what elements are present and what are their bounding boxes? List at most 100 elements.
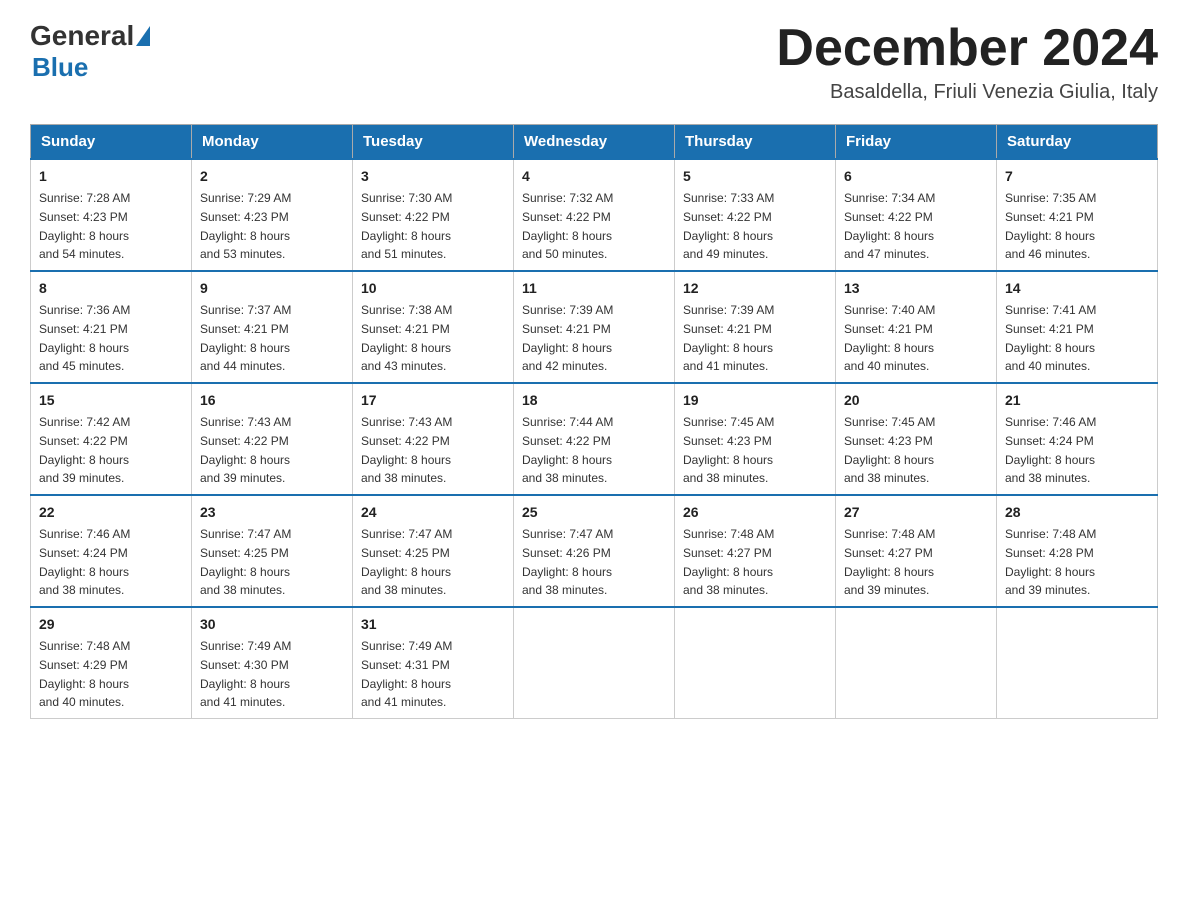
daylight-value: and 39 minutes. [39, 471, 124, 485]
day-cell: 16 Sunrise: 7:43 AM Sunset: 4:22 PM Dayl… [192, 383, 353, 495]
daylight-value: and 44 minutes. [200, 359, 285, 373]
sunset-info: Sunset: 4:30 PM [200, 658, 289, 672]
daylight-value: and 38 minutes. [683, 471, 768, 485]
daylight-label: Daylight: 8 hours [39, 341, 129, 355]
day-number: 2 [200, 166, 344, 187]
daylight-label: Daylight: 8 hours [1005, 565, 1095, 579]
day-number: 8 [39, 278, 183, 299]
day-number: 3 [361, 166, 505, 187]
day-number: 23 [200, 502, 344, 523]
day-cell: 7 Sunrise: 7:35 AM Sunset: 4:21 PM Dayli… [997, 159, 1158, 271]
week-row-1: 1 Sunrise: 7:28 AM Sunset: 4:23 PM Dayli… [31, 159, 1158, 271]
sunset-info: Sunset: 4:22 PM [522, 210, 611, 224]
sunset-info: Sunset: 4:21 PM [522, 322, 611, 336]
day-number: 20 [844, 390, 988, 411]
sunrise-info: Sunrise: 7:48 AM [39, 639, 130, 653]
daylight-value: and 39 minutes. [844, 583, 929, 597]
day-cell: 6 Sunrise: 7:34 AM Sunset: 4:22 PM Dayli… [836, 159, 997, 271]
day-cell: 15 Sunrise: 7:42 AM Sunset: 4:22 PM Dayl… [31, 383, 192, 495]
sunset-info: Sunset: 4:22 PM [361, 434, 450, 448]
sunset-info: Sunset: 4:29 PM [39, 658, 128, 672]
daylight-value: and 41 minutes. [683, 359, 768, 373]
sunrise-info: Sunrise: 7:28 AM [39, 191, 130, 205]
daylight-value: and 38 minutes. [361, 583, 446, 597]
day-cell: 12 Sunrise: 7:39 AM Sunset: 4:21 PM Dayl… [675, 271, 836, 383]
daylight-label: Daylight: 8 hours [361, 453, 451, 467]
sunrise-info: Sunrise: 7:37 AM [200, 303, 291, 317]
sunrise-info: Sunrise: 7:48 AM [844, 527, 935, 541]
sunset-info: Sunset: 4:28 PM [1005, 546, 1094, 560]
day-number: 10 [361, 278, 505, 299]
sunrise-info: Sunrise: 7:47 AM [200, 527, 291, 541]
daylight-label: Daylight: 8 hours [522, 229, 612, 243]
daylight-value: and 38 minutes. [522, 471, 607, 485]
header-sunday: Sunday [31, 125, 192, 160]
day-number: 19 [683, 390, 827, 411]
sunrise-info: Sunrise: 7:34 AM [844, 191, 935, 205]
sunset-info: Sunset: 4:26 PM [522, 546, 611, 560]
sunset-info: Sunset: 4:21 PM [844, 322, 933, 336]
day-cell: 5 Sunrise: 7:33 AM Sunset: 4:22 PM Dayli… [675, 159, 836, 271]
sunrise-info: Sunrise: 7:29 AM [200, 191, 291, 205]
day-cell: 17 Sunrise: 7:43 AM Sunset: 4:22 PM Dayl… [353, 383, 514, 495]
day-number: 30 [200, 614, 344, 635]
daylight-value: and 45 minutes. [39, 359, 124, 373]
daylight-value: and 38 minutes. [522, 583, 607, 597]
daylight-value: and 49 minutes. [683, 247, 768, 261]
day-number: 5 [683, 166, 827, 187]
day-cell: 26 Sunrise: 7:48 AM Sunset: 4:27 PM Dayl… [675, 495, 836, 607]
header-saturday: Saturday [997, 125, 1158, 160]
daylight-value: and 51 minutes. [361, 247, 446, 261]
daylight-label: Daylight: 8 hours [522, 453, 612, 467]
sunset-info: Sunset: 4:21 PM [200, 322, 289, 336]
daylight-label: Daylight: 8 hours [361, 677, 451, 691]
day-number: 1 [39, 166, 183, 187]
sunset-info: Sunset: 4:23 PM [39, 210, 128, 224]
daylight-label: Daylight: 8 hours [683, 565, 773, 579]
day-number: 12 [683, 278, 827, 299]
day-cell: 2 Sunrise: 7:29 AM Sunset: 4:23 PM Dayli… [192, 159, 353, 271]
day-cell: 1 Sunrise: 7:28 AM Sunset: 4:23 PM Dayli… [31, 159, 192, 271]
sunset-info: Sunset: 4:27 PM [844, 546, 933, 560]
day-cell: 23 Sunrise: 7:47 AM Sunset: 4:25 PM Dayl… [192, 495, 353, 607]
day-number: 28 [1005, 502, 1149, 523]
daylight-label: Daylight: 8 hours [39, 453, 129, 467]
sunrise-info: Sunrise: 7:42 AM [39, 415, 130, 429]
day-cell: 18 Sunrise: 7:44 AM Sunset: 4:22 PM Dayl… [514, 383, 675, 495]
day-number: 11 [522, 278, 666, 299]
daylight-label: Daylight: 8 hours [361, 229, 451, 243]
daylight-value: and 54 minutes. [39, 247, 124, 261]
day-number: 18 [522, 390, 666, 411]
sunrise-info: Sunrise: 7:49 AM [200, 639, 291, 653]
day-cell: 9 Sunrise: 7:37 AM Sunset: 4:21 PM Dayli… [192, 271, 353, 383]
day-cell: 19 Sunrise: 7:45 AM Sunset: 4:23 PM Dayl… [675, 383, 836, 495]
page-header: General Blue December 2024 Basaldella, F… [30, 20, 1158, 104]
sunrise-info: Sunrise: 7:40 AM [844, 303, 935, 317]
day-cell [514, 607, 675, 719]
title-block: December 2024 Basaldella, Friuli Venezia… [776, 20, 1158, 104]
sunrise-info: Sunrise: 7:46 AM [39, 527, 130, 541]
day-cell: 24 Sunrise: 7:47 AM Sunset: 4:25 PM Dayl… [353, 495, 514, 607]
sunset-info: Sunset: 4:21 PM [361, 322, 450, 336]
daylight-label: Daylight: 8 hours [844, 565, 934, 579]
day-number: 22 [39, 502, 183, 523]
day-cell: 27 Sunrise: 7:48 AM Sunset: 4:27 PM Dayl… [836, 495, 997, 607]
sunrise-info: Sunrise: 7:45 AM [683, 415, 774, 429]
location-title: Basaldella, Friuli Venezia Giulia, Italy [776, 81, 1158, 104]
daylight-label: Daylight: 8 hours [844, 229, 934, 243]
daylight-label: Daylight: 8 hours [361, 341, 451, 355]
header-wednesday: Wednesday [514, 125, 675, 160]
month-title: December 2024 [776, 20, 1158, 77]
daylight-label: Daylight: 8 hours [39, 229, 129, 243]
day-cell: 13 Sunrise: 7:40 AM Sunset: 4:21 PM Dayl… [836, 271, 997, 383]
day-number: 14 [1005, 278, 1149, 299]
day-cell [675, 607, 836, 719]
day-number: 21 [1005, 390, 1149, 411]
daylight-label: Daylight: 8 hours [683, 341, 773, 355]
sunrise-info: Sunrise: 7:46 AM [1005, 415, 1096, 429]
daylight-value: and 50 minutes. [522, 247, 607, 261]
day-cell: 22 Sunrise: 7:46 AM Sunset: 4:24 PM Dayl… [31, 495, 192, 607]
daylight-value: and 38 minutes. [361, 471, 446, 485]
sunset-info: Sunset: 4:22 PM [39, 434, 128, 448]
day-cell: 25 Sunrise: 7:47 AM Sunset: 4:26 PM Dayl… [514, 495, 675, 607]
